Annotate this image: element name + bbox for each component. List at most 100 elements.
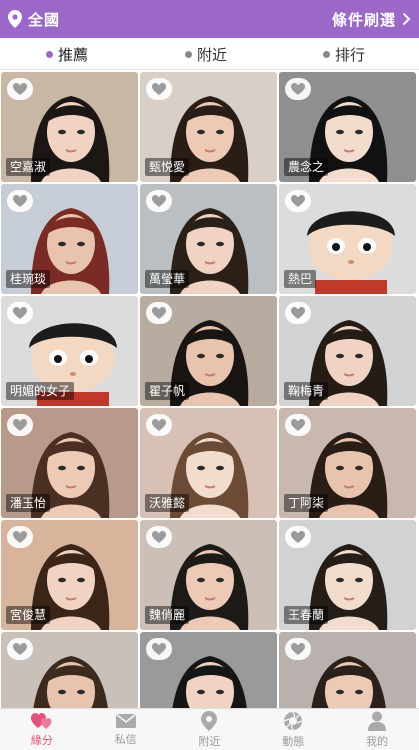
filter-label: 條件刷選 (331, 10, 396, 29)
profile-card[interactable]: 空嘉淑 (1, 72, 138, 182)
tab-dot (46, 50, 53, 58)
profile-name: 甄悦愛 (145, 158, 190, 176)
nav-messages[interactable]: 私信 (84, 709, 168, 750)
heart-icon (291, 195, 305, 207)
favorite-button[interactable] (146, 190, 172, 212)
favorite-button[interactable] (146, 302, 172, 324)
location-label: 全國 (28, 10, 61, 29)
tab-label: 附近 (197, 45, 228, 64)
heart-icon (13, 83, 27, 95)
heart-icon (291, 419, 305, 431)
heart-icon (291, 531, 305, 543)
nav-label: 附近 (198, 734, 221, 748)
profile-card[interactable]: 沃雅懿 (140, 408, 277, 518)
profile-name: 宮俊慧 (6, 606, 51, 624)
profile-card[interactable]: 萬瑩華 (140, 184, 277, 294)
profile-grid: 空嘉淑 甄悦愛 農念之 桂琬琰 萬瑩華 熱巴 明媚的女子 瞿子帆 鞠梅青 潘玉怡… (0, 71, 419, 708)
location-pin-icon (201, 710, 218, 731)
favorite-button[interactable] (146, 414, 172, 436)
heart-icon (13, 307, 27, 319)
profile-card[interactable]: 潘玉怡 (1, 408, 138, 518)
heart-icon (152, 83, 166, 95)
tab-label: 推薦 (58, 45, 89, 64)
chevron-right-icon (402, 12, 411, 26)
heart-icon (13, 195, 27, 207)
profile-name: 萬瑩華 (145, 270, 190, 288)
tab-ranking[interactable]: 排行 (323, 38, 365, 70)
hearts-icon (30, 712, 52, 729)
tab-nearby[interactable]: 附近 (185, 38, 227, 70)
favorite-button[interactable] (285, 414, 311, 436)
profile-name: 農念之 (284, 158, 329, 176)
tab-dot (185, 50, 192, 58)
person-icon (368, 711, 387, 731)
profile-card[interactable]: 王春蘭 (279, 520, 416, 630)
envelope-icon (115, 712, 137, 728)
profile-name: 沃雅懿 (145, 494, 190, 512)
nav-fate[interactable]: 緣分 (0, 709, 84, 750)
profile-card[interactable]: 瞿子帆 (140, 296, 277, 406)
favorite-button[interactable] (285, 302, 311, 324)
heart-icon (291, 83, 305, 95)
filter-button[interactable]: 條件刷選 (332, 0, 411, 38)
profile-name: 鞠梅青 (284, 382, 329, 400)
heart-icon (152, 643, 166, 655)
heart-icon (152, 419, 166, 431)
favorite-button[interactable] (7, 638, 33, 660)
nav-me[interactable]: 我的 (335, 709, 419, 750)
tab-recommend[interactable]: 推薦 (46, 38, 88, 70)
profile-card[interactable]: 宮俊慧 (1, 520, 138, 630)
favorite-button[interactable] (146, 638, 172, 660)
profile-card[interactable] (140, 632, 277, 708)
favorite-button[interactable] (7, 526, 33, 548)
tab-bar: 推薦 附近 排行 (0, 38, 419, 70)
nav-moments[interactable]: 動態 (251, 709, 335, 750)
nav-label: 動態 (282, 734, 305, 748)
nav-label: 私信 (114, 732, 137, 746)
profile-card[interactable]: 桂琬琰 (1, 184, 138, 294)
profile-name: 瞿子帆 (145, 382, 190, 400)
heart-icon (152, 531, 166, 543)
favorite-button[interactable] (285, 78, 311, 100)
profile-name: 潘玉怡 (6, 494, 51, 512)
profile-card[interactable] (1, 632, 138, 708)
nav-label: 緣分 (30, 733, 53, 747)
profile-name: 明媚的女子 (6, 382, 75, 400)
profile-card[interactable] (279, 632, 416, 708)
heart-icon (291, 643, 305, 655)
profile-card[interactable]: 丁阿柒 (279, 408, 416, 518)
profile-card[interactable]: 甄悦愛 (140, 72, 277, 182)
tab-dot (323, 50, 330, 58)
camera-shutter-icon (284, 711, 303, 730)
heart-icon (13, 643, 27, 655)
favorite-button[interactable] (285, 638, 311, 660)
bottom-nav: 緣分 私信 附近 動態 我的 (0, 708, 419, 750)
profile-name: 熱巴 (284, 270, 317, 288)
profile-card[interactable]: 農念之 (279, 72, 416, 182)
tab-label: 排行 (335, 45, 366, 64)
top-bar: 全國 條件刷選 (0, 0, 419, 38)
nav-label: 我的 (366, 734, 389, 748)
favorite-button[interactable] (7, 302, 33, 324)
favorite-button[interactable] (146, 78, 172, 100)
profile-card[interactable]: 熱巴 (279, 184, 416, 294)
profile-name: 王春蘭 (284, 606, 329, 624)
heart-icon (291, 307, 305, 319)
profile-name: 魏俏麗 (145, 606, 190, 624)
heart-icon (13, 531, 27, 543)
favorite-button[interactable] (285, 190, 311, 212)
favorite-button[interactable] (7, 78, 33, 100)
favorite-button[interactable] (146, 526, 172, 548)
profile-name: 桂琬琰 (6, 270, 51, 288)
favorite-button[interactable] (7, 414, 33, 436)
favorite-button[interactable] (285, 526, 311, 548)
heart-icon (152, 307, 166, 319)
profile-card[interactable]: 明媚的女子 (1, 296, 138, 406)
profile-card[interactable]: 鞠梅青 (279, 296, 416, 406)
favorite-button[interactable] (7, 190, 33, 212)
heart-icon (13, 419, 27, 431)
profile-card[interactable]: 魏俏麗 (140, 520, 277, 630)
nav-nearby[interactable]: 附近 (168, 709, 252, 750)
heart-icon (152, 195, 166, 207)
location-selector[interactable]: 全國 (8, 0, 60, 38)
